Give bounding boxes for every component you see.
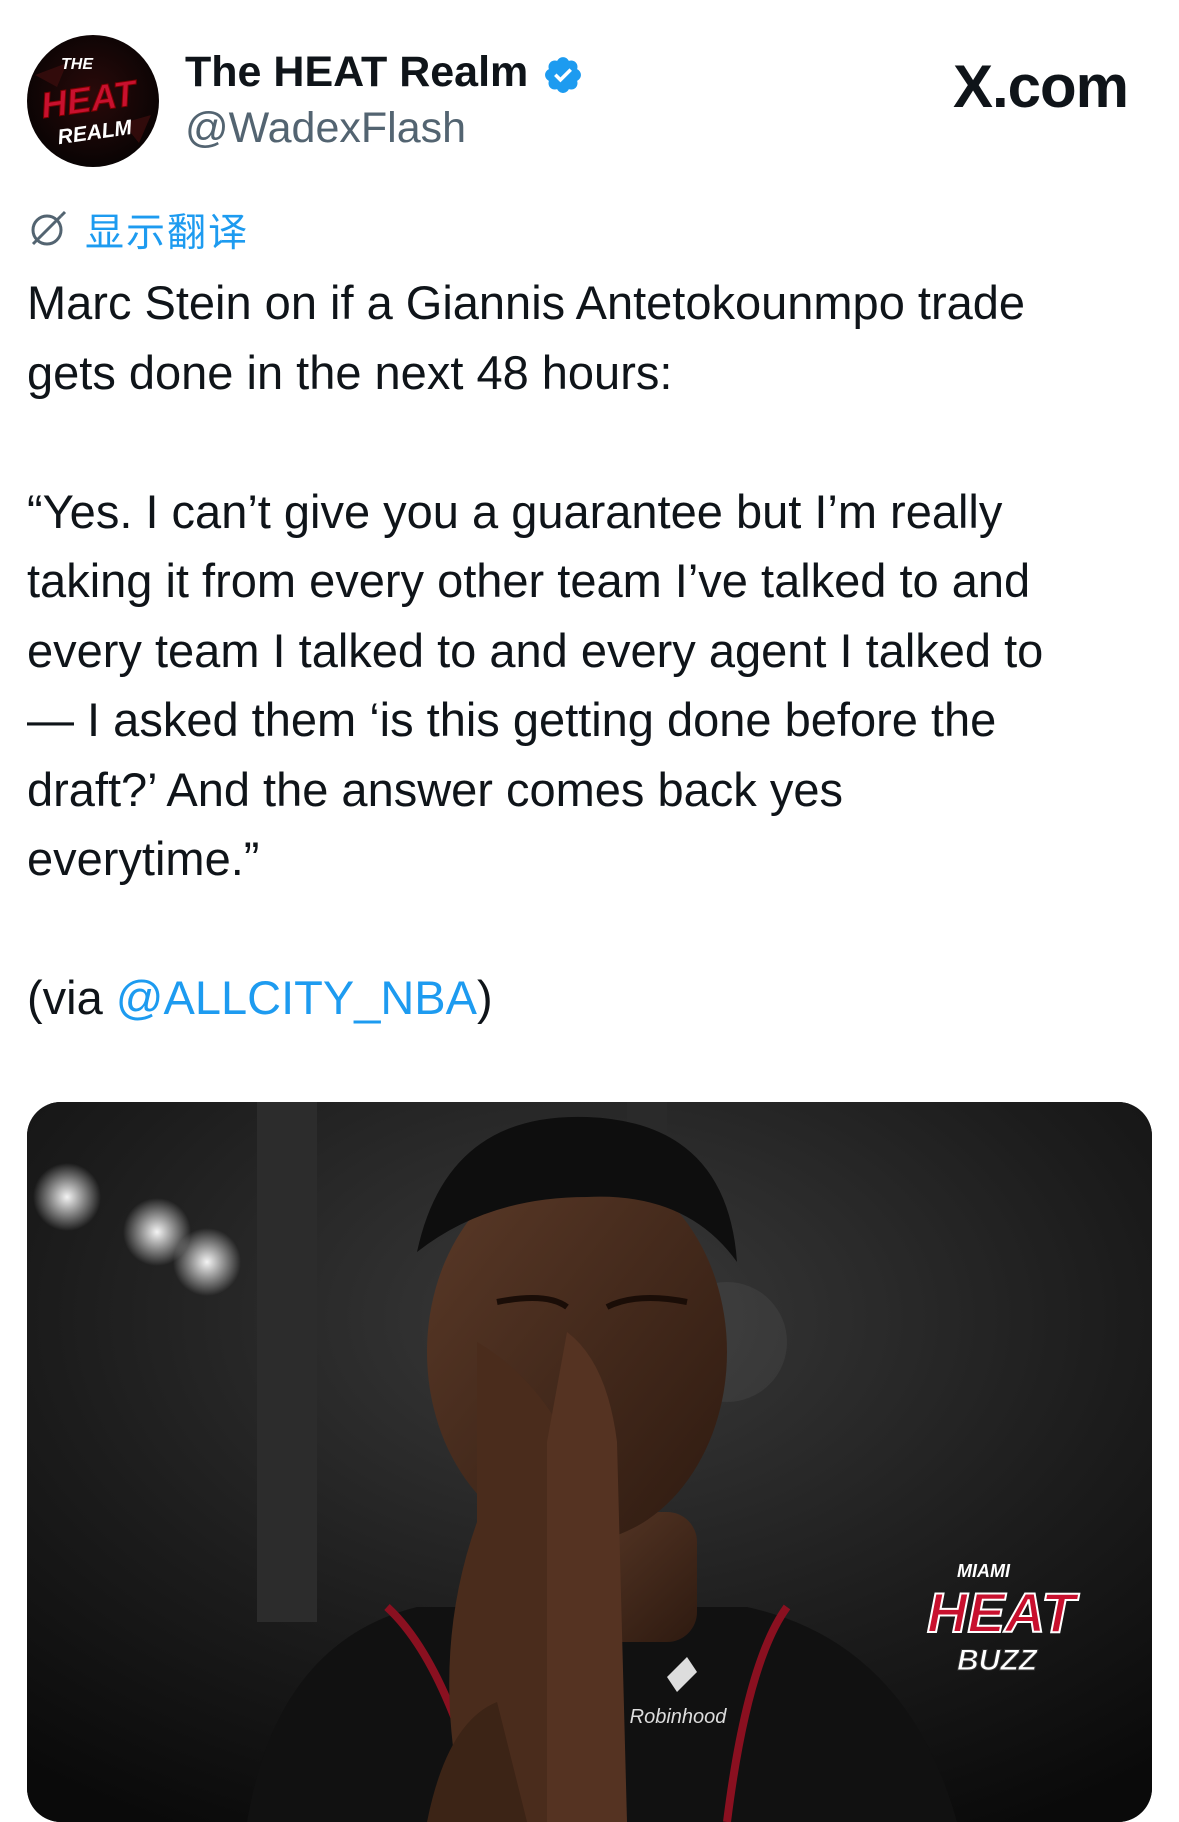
- player-photo: Robinhood MIAMI HEAT BUZZ: [27, 1102, 1152, 1822]
- jersey-sponsor-text: Robinhood: [630, 1706, 728, 1728]
- avatar-text-the: THE: [61, 56, 94, 73]
- tweet-line: — I asked them ‘is this getting done bef…: [27, 693, 997, 746]
- heat-realm-logo: THE HEAT REALM: [35, 56, 151, 149]
- mention-link[interactable]: @ALLCITY_NBA: [116, 971, 477, 1024]
- watermark-miami: MIAMI: [957, 1561, 1011, 1581]
- avatar[interactable]: THE HEAT REALM: [27, 35, 159, 167]
- tweet-text: Marc Stein on if a Giannis Antetokounmpo…: [27, 268, 1157, 1033]
- watermark-heat: HEAT: [927, 1581, 1080, 1644]
- via-line: (via @ALLCITY_NBA): [27, 963, 1157, 1033]
- tweet-line: Marc Stein on if a Giannis Antetokounmpo…: [27, 276, 1026, 329]
- verified-badge-icon: [545, 57, 581, 93]
- via-suffix: ): [476, 971, 493, 1024]
- tweet-line: draft?’ And the answer comes back yes: [27, 762, 843, 816]
- tweet-media-image[interactable]: Robinhood MIAMI HEAT BUZZ: [27, 1102, 1152, 1822]
- tweet-line: gets done in the next 48 hours:: [27, 345, 673, 399]
- tweet-line: taking it from every other team I’ve tal…: [27, 554, 1031, 607]
- handle[interactable]: @WadexFlash: [185, 104, 466, 153]
- display-name[interactable]: The HEAT Realm: [185, 48, 528, 97]
- tweet-line: everytime.”: [27, 832, 260, 885]
- tweet-header: THE HEAT REALM The HEAT Realm @WadexFlas…: [0, 0, 1179, 190]
- via-prefix: (via: [27, 971, 116, 1024]
- translate-label: 显示翻译: [85, 212, 250, 255]
- tweet-line: “Yes. I can’t give you a guarantee but I…: [27, 484, 1003, 538]
- watermark-buzz: BUZZ: [957, 1644, 1039, 1677]
- tweet-line: every team I talked to and every agent I…: [27, 623, 1044, 677]
- site-label: X.com: [952, 53, 1129, 120]
- globe-slash-icon: [31, 210, 67, 246]
- translate-button[interactable]: 显示翻译: [27, 205, 249, 255]
